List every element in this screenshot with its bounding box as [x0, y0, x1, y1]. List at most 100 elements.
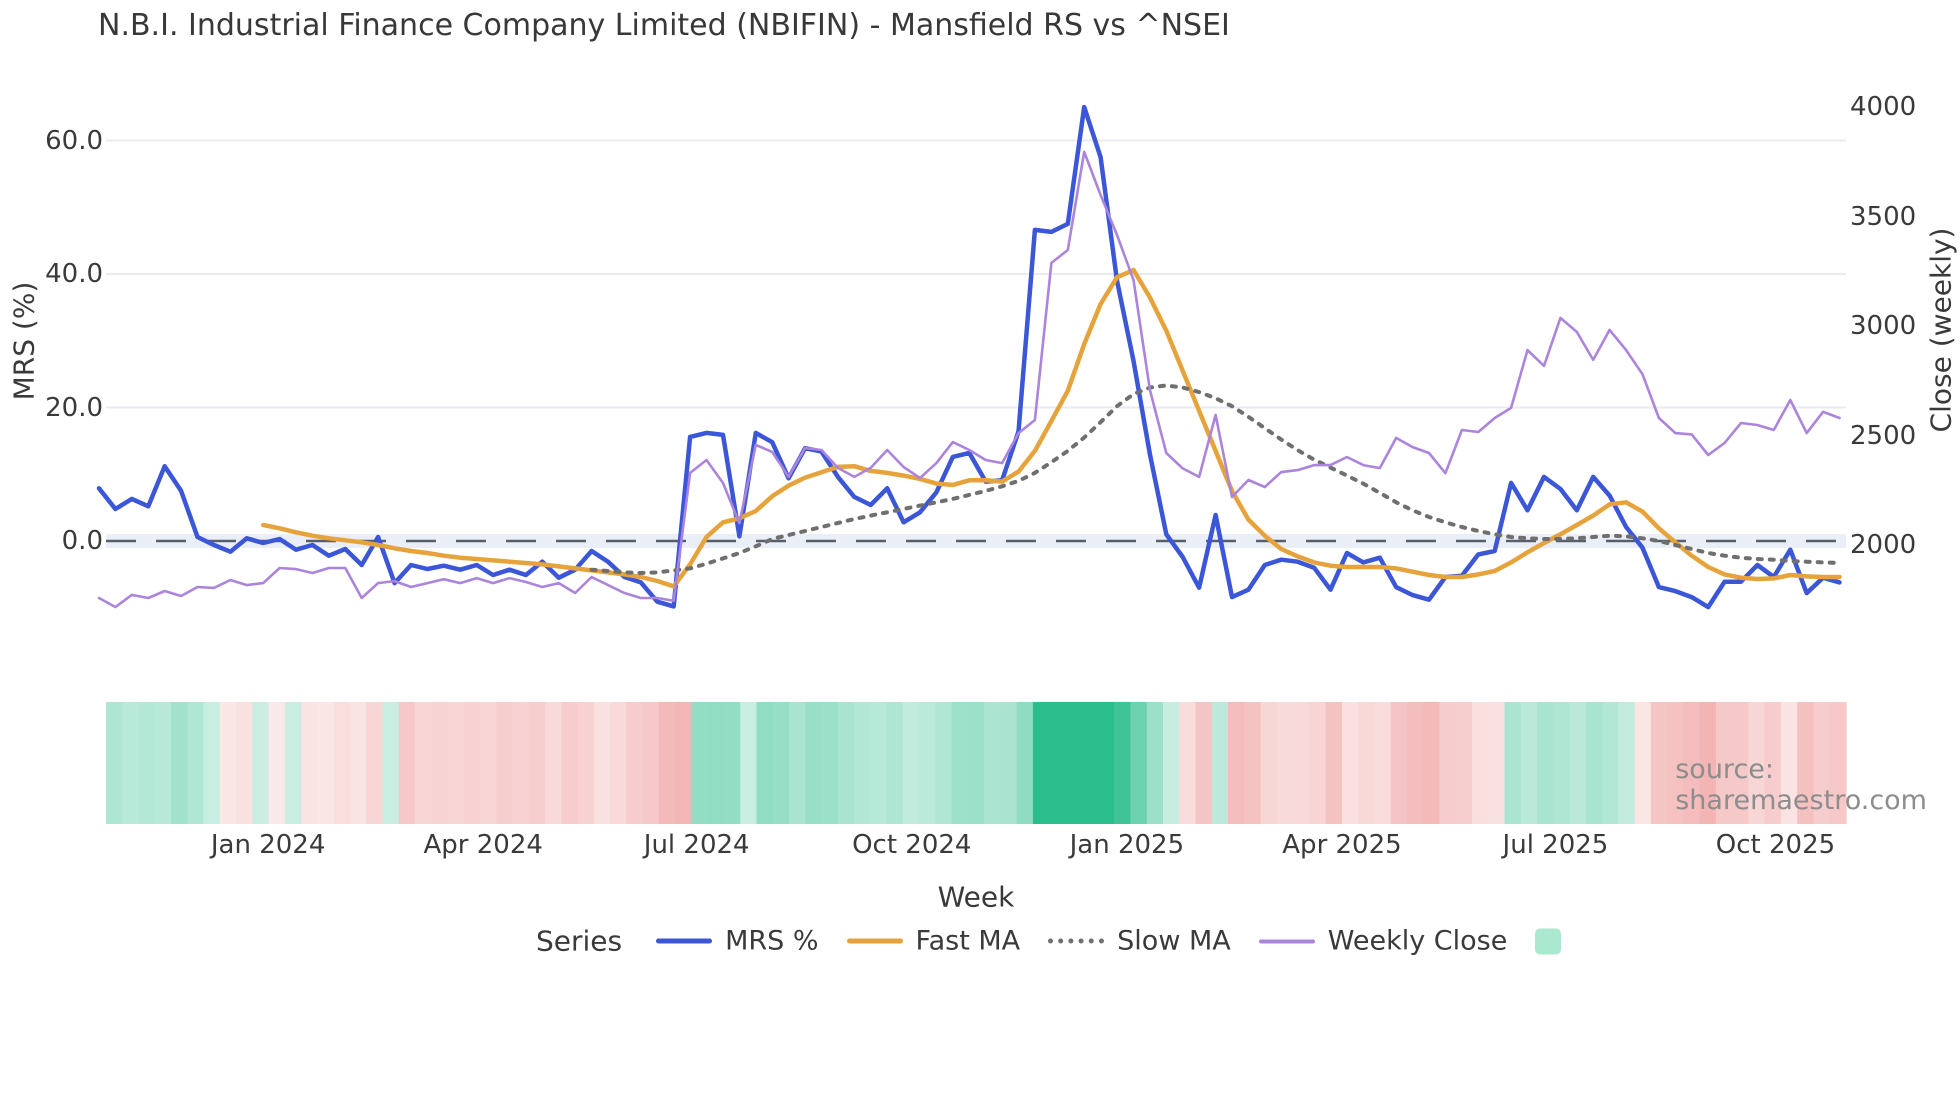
- heatmap-strip-cell: [626, 702, 644, 824]
- heatmap-strip-cell: [236, 702, 253, 824]
- heatmap-strip-cell: [1065, 702, 1083, 824]
- heatmap-strip-cell: [1650, 702, 1668, 824]
- heatmap-strip-cell: [1634, 702, 1652, 824]
- heatmap-strip-cell: [837, 702, 855, 824]
- heatmap-strip-cell: [431, 702, 449, 824]
- heatmap-strip-cell: [138, 702, 156, 824]
- heatmap-strip-cell: [805, 702, 823, 824]
- heatmap-strip-cell: [1163, 702, 1180, 824]
- y-axis-label-right: Close (weekly): [1924, 227, 1958, 433]
- heatmap-strip-cell: [1032, 702, 1050, 824]
- y-axis-label-left: MRS (%): [7, 281, 41, 401]
- heatmap-strip-cell: [349, 702, 367, 824]
- heatmap-strip-cell: [480, 702, 497, 824]
- heatmap-strip-cell: [577, 702, 595, 824]
- heatmap-strip-cell: [610, 702, 627, 824]
- x-axis-label: Week: [937, 880, 1015, 914]
- legend-series-label: Series: [536, 924, 623, 958]
- y-right-tick-label: 2000: [1850, 530, 1917, 560]
- heatmap-strip-cell: [528, 702, 546, 824]
- x-tick-label: Jul 2025: [1502, 830, 1609, 860]
- heatmap-strip-cell: [1471, 702, 1489, 824]
- heatmap-strip-cell: [1000, 702, 1018, 824]
- heatmap-strip-cell: [675, 702, 693, 824]
- heatmap-strip-cell: [301, 702, 319, 824]
- y-right-tick-label: 3500: [1850, 201, 1917, 232]
- heatmap-strip-cell: [1358, 702, 1376, 824]
- heatmap-strip-cell: [967, 702, 985, 824]
- heatmap-strip-cell: [447, 702, 465, 824]
- heatmap-strip-cell: [1081, 702, 1099, 824]
- slow-ma-dotted-swatch-icon: [1048, 938, 1105, 944]
- heatmap-strip-cell: [1130, 702, 1148, 824]
- heatmap-strip-cell: [1553, 702, 1571, 824]
- heatmap-strip-cell: [171, 702, 188, 824]
- x-tick-label: Jul 2024: [643, 830, 750, 860]
- heatmap-strip-cell: [1244, 702, 1262, 824]
- heatmap-strip-cell: [414, 702, 432, 824]
- chart-page: N.B.I. Industrial Finance Company Limite…: [0, 0, 1960, 1102]
- heatmap-strip-cell: [398, 702, 416, 824]
- heatmap-strip-cell: [772, 702, 790, 824]
- heatmap-strip-cell: [984, 702, 1001, 824]
- heatmap-strip-cell: [1569, 702, 1587, 824]
- y-left-tick-label: 20.0: [45, 392, 103, 423]
- heatmap-strip-cell: [707, 702, 725, 824]
- heatmap-strip-cell: [561, 702, 579, 824]
- x-tick-label: Apr 2024: [423, 830, 543, 860]
- heatmap-strip-cell: [886, 702, 904, 824]
- heatmap-strip-cell: [1049, 702, 1067, 824]
- heatmap-strip-cell: [284, 702, 302, 824]
- legend-item-weekly-close[interactable]: Weekly Close: [1258, 925, 1508, 957]
- heatmap-strip-cell: [1016, 702, 1034, 824]
- heatmap-strip-cell: [1618, 702, 1636, 824]
- y-right-tick-label: 2500: [1850, 420, 1917, 451]
- heatmap-strip-cell: [658, 702, 676, 824]
- heatmap-strip-cell: [1504, 702, 1522, 824]
- legend-item-heatmap[interactable]: [1535, 928, 1574, 954]
- x-tick-label: Jan 2024: [210, 830, 326, 860]
- heatmap-strip-cell: [1114, 702, 1132, 824]
- legend-item-label: Weekly Close: [1327, 925, 1508, 957]
- heatmap-strip-cell: [252, 702, 270, 824]
- heatmap-strip-cell: [902, 702, 920, 824]
- x-tick-label: Apr 2025: [1282, 830, 1402, 860]
- heatmap-strip-cell: [1276, 702, 1294, 824]
- heatmap-strip-cell: [1520, 702, 1538, 824]
- heatmap-strip-cell: [268, 702, 286, 824]
- heatmap-strip-cell: [512, 702, 530, 824]
- heatmap-strip-cell: [821, 702, 839, 824]
- heatmap-strip: [106, 702, 1847, 824]
- mrs-line: [96, 104, 1842, 610]
- heatmap-strip-cell: [1097, 702, 1115, 824]
- heatmap-strip-cell: [1585, 702, 1603, 824]
- heatmap-strip-cell: [545, 702, 562, 824]
- heatmap-strip-cell: [219, 702, 237, 824]
- heatmap-strip-cell: [1455, 702, 1473, 824]
- heatmap-strip-cell: [1211, 702, 1229, 824]
- legend-item-mrs[interactable]: MRS %: [656, 926, 819, 957]
- heatmap-strip-cell: [154, 702, 172, 824]
- heatmap-strip-cell: [691, 702, 709, 824]
- weekly-close-line-swatch-icon: [1258, 939, 1315, 943]
- heatmap-strip-cell: [1602, 702, 1619, 824]
- heatmap-strip-cell: [496, 702, 514, 824]
- heatmap-strip-cell: [740, 702, 758, 824]
- legend-item-slow-ma[interactable]: Slow MA: [1048, 926, 1231, 957]
- source-note: source: sharemaestro.com: [1675, 754, 1927, 816]
- heatmap-strip-cell: [1374, 702, 1392, 824]
- y-left-tick-label: 0.0: [61, 526, 103, 556]
- x-tick-label: Oct 2024: [852, 830, 972, 860]
- heatmap-strip-cell: [1423, 702, 1441, 824]
- heatmap-strip-cell: [366, 702, 384, 824]
- y-left-tick-label: 60.0: [45, 125, 103, 156]
- heatmap-strip-cell: [382, 702, 400, 824]
- heatmap-strip-cell: [203, 702, 221, 824]
- heatmap-strip-cell: [463, 702, 481, 824]
- y-right-tick-label: 3000: [1850, 311, 1917, 341]
- heatmap-strip-cell: [1390, 702, 1408, 824]
- heatmap-strip-cell: [1488, 702, 1506, 824]
- heatmap-strip-cell: [1195, 702, 1213, 824]
- legend-item-fast-ma[interactable]: Fast MA: [846, 926, 1020, 957]
- heatmap-strip-cell: [1406, 702, 1424, 824]
